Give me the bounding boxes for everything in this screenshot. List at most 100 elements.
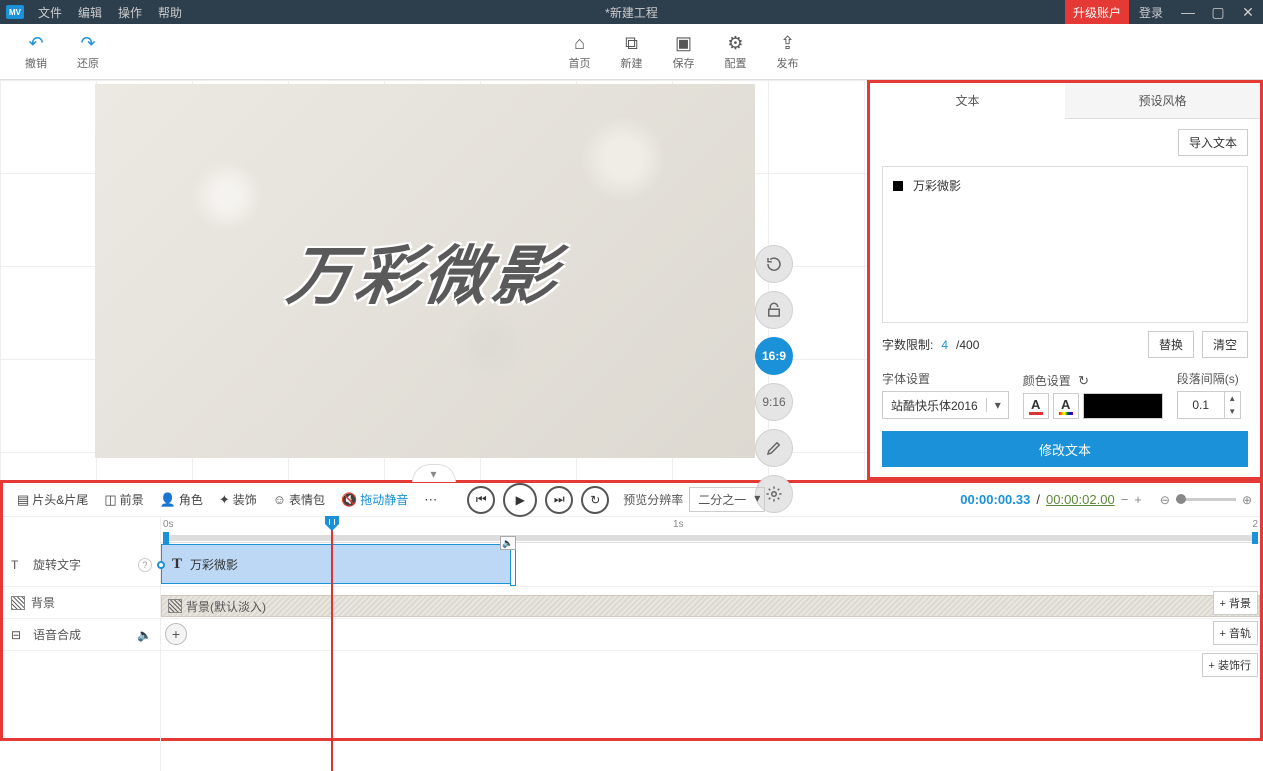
ruler-label: 1s [673, 519, 684, 530]
time-minus[interactable]: − [1121, 492, 1129, 507]
clear-button[interactable]: 清空 [1202, 331, 1248, 358]
lock-button[interactable] [755, 291, 793, 329]
ratio-9-16-button[interactable]: 9:16 [755, 383, 793, 421]
text-item-label: 万彩微影 [913, 177, 961, 194]
next-button[interactable]: ⏭ [545, 486, 573, 514]
home-icon: ⌂ [574, 33, 585, 55]
total-time[interactable]: 00:00:02.00 [1046, 492, 1115, 507]
maximize-button[interactable]: ▢ [1203, 4, 1233, 21]
redo-button[interactable]: ↷还原 [62, 33, 114, 71]
canvas-text[interactable]: 万彩微影 [283, 225, 568, 317]
ratio-16-9-button[interactable]: 16:9 [755, 337, 793, 375]
spin-down-icon[interactable]: ▼ [1225, 405, 1240, 418]
close-button[interactable]: ✕ [1233, 4, 1263, 21]
text-clip[interactable]: T 万彩微影 🔈 [161, 544, 516, 584]
replace-button[interactable]: 替换 [1148, 331, 1194, 358]
save-button[interactable]: ▣保存 [658, 33, 710, 71]
login-button[interactable]: 登录 [1129, 4, 1173, 21]
add-audio-button[interactable]: + 音轨 [1213, 621, 1258, 645]
undo-button[interactable]: ↶撤销 [10, 33, 62, 71]
play-icon: ▶ [516, 493, 525, 507]
gear-icon [765, 485, 783, 503]
menu-help[interactable]: 帮助 [150, 4, 190, 21]
canvas-area[interactable]: 万彩微影 16:9 9:16 ▾ [0, 80, 867, 480]
text-color-button[interactable]: A [1023, 393, 1049, 419]
char-total: /400 [956, 338, 979, 352]
add-bg-button[interactable]: + 背景 [1213, 591, 1258, 615]
more-icon: ⋯ [424, 492, 437, 508]
tool-headtail[interactable]: ▤片头&片尾 [11, 491, 94, 508]
text-panel: 文本 预设风格 导入文本 万彩微影 字数限制: 4 /400 替换 清空 [867, 80, 1263, 480]
playhead[interactable] [331, 517, 333, 771]
new-icon: ⧉ [625, 33, 638, 55]
film-icon: ▤ [17, 492, 29, 508]
color-swatch[interactable] [1083, 393, 1163, 419]
new-label: 新建 [621, 55, 643, 71]
import-text-button[interactable]: 导入文本 [1178, 129, 1248, 156]
tool-role[interactable]: 👤角色 [154, 491, 209, 508]
zoom-in-button[interactable]: ⊕ [1242, 493, 1252, 507]
tool-drag-mute[interactable]: 🔇拖动静音 [335, 491, 414, 508]
tool-label: 前景 [120, 491, 144, 508]
range-bar[interactable] [163, 535, 1258, 541]
canvas-frame[interactable]: 万彩微影 [95, 84, 755, 458]
new-button[interactable]: ⧉新建 [606, 33, 658, 71]
text-icon: T [11, 558, 27, 572]
para-value: 0.1 [1178, 398, 1224, 412]
volume-icon[interactable]: 🔈 [137, 628, 152, 642]
font-select[interactable]: 站酷快乐体2016 ▾ [882, 391, 1009, 419]
para-spinner[interactable]: 0.1 ▲▼ [1177, 391, 1241, 419]
zoom-out-button[interactable]: ⊖ [1160, 493, 1170, 507]
tab-preset-style[interactable]: 预设风格 [1065, 83, 1260, 119]
text-clip-icon: T [172, 556, 182, 573]
text-color-multi-button[interactable]: A [1053, 393, 1079, 419]
chevron-down-icon: ▾ [986, 398, 1008, 412]
tab-text[interactable]: 文本 [870, 83, 1065, 119]
refresh-icon[interactable]: ↻ [1078, 373, 1089, 388]
tool-emoji[interactable]: ☺表情包 [267, 491, 331, 508]
clip-handle-right[interactable] [510, 544, 516, 586]
text-list[interactable]: 万彩微影 [882, 166, 1248, 323]
window-title: *新建工程 [605, 4, 658, 21]
refresh-canvas-button[interactable] [755, 245, 793, 283]
tool-label: 拖动静音 [360, 491, 408, 508]
bg-clip-label: 背景(默认淡入) [186, 598, 266, 615]
prev-button[interactable]: ⏮ [467, 486, 495, 514]
apply-text-button[interactable]: 修改文本 [882, 431, 1248, 467]
menu-action[interactable]: 操作 [110, 4, 150, 21]
minimize-button[interactable]: — [1173, 4, 1203, 20]
text-item[interactable]: 万彩微影 [893, 177, 1237, 194]
bg-clip[interactable]: 背景(默认淡入) [161, 595, 1260, 617]
upgrade-button[interactable]: 升级账户 [1065, 0, 1129, 24]
publish-button[interactable]: ⇪发布 [762, 33, 814, 71]
tool-label: 片头&片尾 [32, 491, 88, 508]
zoom-slider[interactable] [1176, 498, 1236, 501]
loop-button[interactable]: ↻ [581, 486, 609, 514]
help-icon[interactable]: ? [138, 558, 152, 572]
clip-handle-left[interactable] [157, 561, 165, 569]
tool-label: 装饰 [233, 491, 257, 508]
edit-canvas-button[interactable] [755, 429, 793, 467]
tool-decor[interactable]: ✦装饰 [213, 491, 263, 508]
track-label-voice: ⊟语音合成🔈 [3, 626, 160, 643]
hatch-icon [168, 599, 182, 613]
track-label-bg: 背景 [3, 594, 160, 611]
menu-edit[interactable]: 编辑 [70, 4, 110, 21]
add-decor-row-button[interactable]: + 装饰行 [1202, 653, 1258, 677]
home-button[interactable]: ⌂首页 [554, 33, 606, 71]
config-button[interactable]: ⚙配置 [710, 33, 762, 71]
play-button[interactable]: ▶ [503, 483, 537, 517]
ruler-label: 0s [163, 519, 174, 530]
time-plus[interactable]: + [1134, 492, 1142, 507]
res-select[interactable]: 二分之一 [689, 487, 765, 512]
add-voice-button[interactable]: + [165, 623, 187, 645]
tool-foreground[interactable]: ◫前景 [98, 491, 149, 508]
track-label-rotate-text: T旋转文字? [3, 556, 160, 573]
spin-up-icon[interactable]: ▲ [1225, 392, 1240, 405]
tool-more[interactable]: ⋯ [418, 492, 443, 508]
clip-sound-icon[interactable]: 🔈 [500, 536, 516, 550]
undo-icon: ↶ [28, 33, 43, 55]
res-label: 预览分辨率 [623, 491, 683, 508]
timeline-tracks[interactable]: 0s 1s 2 T 万彩微影 🔈 背景(默认淡入) [161, 517, 1260, 771]
menu-file[interactable]: 文件 [30, 4, 70, 21]
